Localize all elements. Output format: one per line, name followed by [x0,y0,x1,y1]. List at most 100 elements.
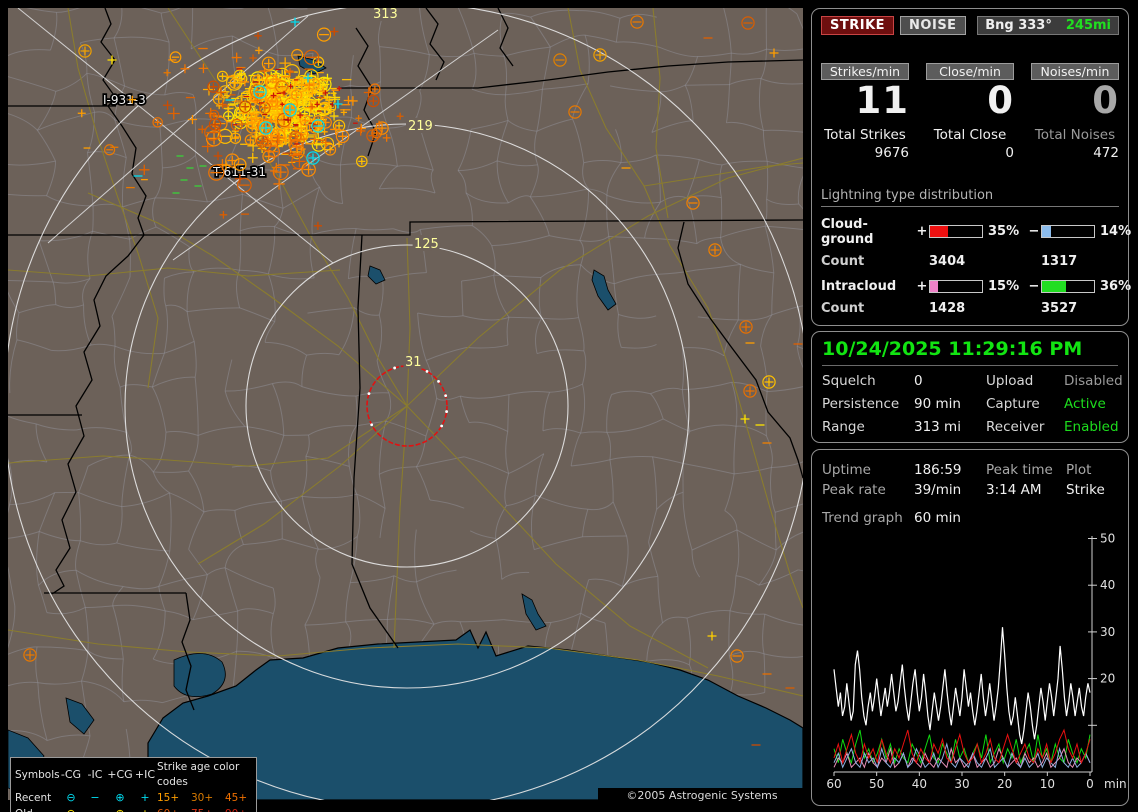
total-label: Total Close [933,126,1007,143]
count-row: Count 3404 1317 [821,254,1119,269]
positive-sign: + [916,278,928,294]
svg-text:20: 20 [997,777,1012,790]
distribution-row: Cloud-ground + 35% − 14% [821,216,1131,247]
map-legend: Symbols -CG -IC +CG +IC Strike age color… [10,757,257,812]
status-label: Range [822,419,865,435]
legend-col-nic: -IC [87,768,103,782]
counters-panel: STRIKE NOISE Bng 333° 245mi Strikes/min … [811,8,1131,326]
legend-col-ncg: -CG [60,768,82,782]
total-value: 9676 [874,144,909,161]
legend-row-label: Old [15,807,59,812]
trend-graph: 20 30 40 50 60 50 40 30 20 10 0 min [826,532,1126,792]
svg-text:219: 219 [408,119,433,134]
total-label: Total Noises [1034,126,1116,143]
total-value: 472 [1093,144,1119,161]
status-row: Persistence 90 min Capture Active [822,396,1118,412]
svg-text:50: 50 [1100,532,1115,546]
age-code: 45+ [225,791,248,804]
negative-count: 3527 [1041,300,1078,316]
strike-toggle-button[interactable]: STRIKE [821,16,895,35]
svg-text:40: 40 [1100,578,1115,592]
rate-value: 0 [987,79,1014,122]
positive-sign: + [916,224,928,240]
strike-symbol-glyph: + [140,791,150,805]
count-label: Count [821,300,865,316]
legend-age-title: Strike age color codes [157,761,240,789]
negative-pct: 14% [1100,224,1132,240]
positive-count: 1428 [929,300,966,316]
status-value: 313 mi [914,419,961,435]
svg-text:0: 0 [1086,777,1094,790]
positive-pct: 35% [988,224,1020,240]
peak-rate-label: Peak rate [822,482,886,498]
rate-header: Strikes/min [821,63,909,80]
distribution-title: Lightning type distribution [821,188,1119,207]
positive-count: 3404 [929,253,966,269]
rate-column: Noises/min 0 Total Noises 472 [1031,63,1119,161]
age-code: 30+ [191,791,214,804]
svg-text:50: 50 [869,777,884,790]
trend-graph-label: Trend graph [822,510,903,526]
status-panel: 10/24/2025 11:29:16 PM Squelch 0 Upload … [811,331,1129,443]
storm-track-label: I-931-3 [103,93,146,107]
negative-bar [1041,279,1095,293]
distribution-row: Intracloud + 15% − 36% [821,278,1131,294]
session-panel: Uptime 186:59 Peak time Plot Peak rate 3… [811,449,1129,806]
peak-rate-value: 39/min [914,482,962,498]
strike-symbol-glyph: ⊖ [59,806,83,812]
positive-pct: 15% [988,278,1020,294]
positive-bar [929,279,983,293]
status-label: Persistence [822,396,900,412]
strike-symbol-glyph: ⊕ [115,791,125,805]
plot-value: Strike [1066,482,1105,498]
age-code: 15+ [157,791,180,804]
age-code: 90+ [225,807,255,812]
plot-label: Plot [1066,462,1092,478]
strike-symbol-glyph: + [133,806,157,812]
svg-text:30: 30 [954,777,969,790]
uptime-value: 186:59 [914,462,962,478]
rate-column: Strikes/min 11 Total Strikes 9676 [821,63,909,161]
age-code: 75+ [191,807,225,812]
noise-toggle-button[interactable]: NOISE [900,16,966,35]
positive-bar [929,225,983,239]
svg-text:313: 313 [373,8,398,22]
rate-header: Noises/min [1031,63,1119,80]
distribution-type-label: Intracloud [821,278,897,294]
peak-time-value: 3:14 AM [986,482,1042,498]
total-label: Total Strikes [824,126,906,143]
status-row: Range 313 mi Receiver Enabled [822,419,1119,435]
status-value: Enabled [1064,419,1119,435]
count-row: Count 1428 3527 [821,301,1119,316]
status-label: Squelch [822,373,876,389]
rate-column: Close/min 0 Total Close 0 [926,63,1014,161]
svg-text:10: 10 [1040,777,1055,790]
status-label: Upload [986,373,1034,389]
legend-col-pcg: +CG [107,768,133,782]
uptime-label: Uptime [822,462,871,478]
distribution-type-label: Cloud-ground [821,216,874,247]
bearing-readout: Bng 333° 245mi [977,16,1119,35]
age-code: 60+ [157,807,191,812]
legend-row-label: Recent [15,791,52,804]
rate-value: 11 [855,79,909,122]
copyright-text: ©2005 Astrogenic Systems [598,788,806,803]
negative-sign: − [1028,224,1040,240]
rate-header: Close/min [926,63,1014,80]
total-value: 0 [1005,144,1014,161]
legend-row: Old⊖−⊕+60+75+90+ [15,806,252,812]
svg-text:20: 20 [1100,672,1115,686]
negative-pct: 36% [1100,278,1132,294]
rate-value: 0 [1092,79,1119,122]
legend-row: Recent ⊖ − ⊕ +15+ 30+ 45+ [15,790,252,806]
svg-text:min: min [1104,777,1126,790]
legend-symbols-title: Symbols [15,768,60,781]
status-value: Disabled [1064,373,1123,389]
strike-symbol-glyph: ⊖ [66,791,76,805]
svg-text:60: 60 [826,777,841,790]
bearing-value: Bng 333° [985,18,1052,33]
status-value: 90 min [914,396,961,412]
svg-text:125: 125 [414,237,439,252]
strike-symbol-glyph: ⊕ [107,806,133,812]
lightning-map[interactable]: 313219125I-931-3T-611-3131 [8,8,803,800]
